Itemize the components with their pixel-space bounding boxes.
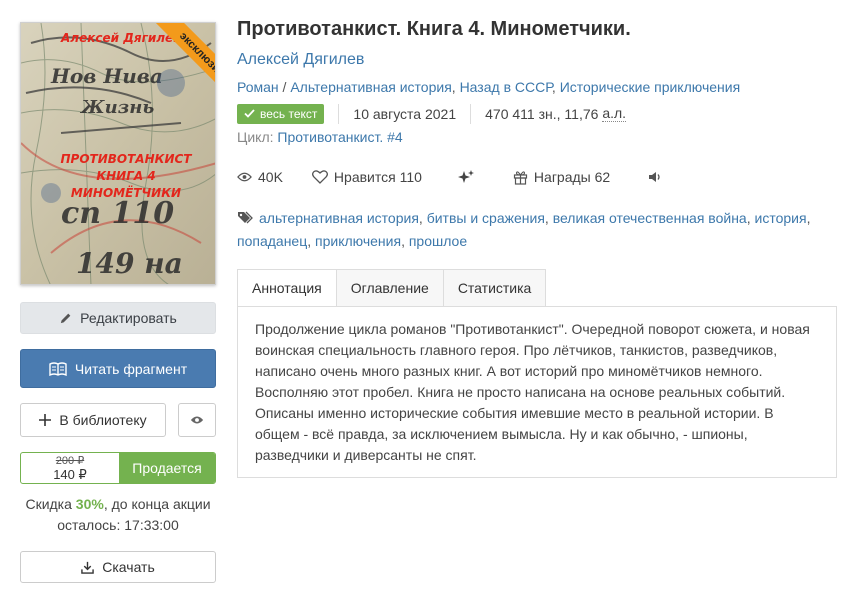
genre-link[interactable]: Назад в СССР xyxy=(460,79,552,95)
sparkle-button[interactable] xyxy=(457,169,480,185)
discount-timer: осталось: 17:33:00 xyxy=(57,517,179,533)
download-label: Скачать xyxy=(102,559,155,575)
price-values: 200 ₽ 140 ₽ xyxy=(21,453,119,483)
tag-link[interactable]: история xyxy=(755,210,807,226)
tag-link[interactable]: великая отечественная война xyxy=(553,210,747,226)
add-to-library-button[interactable]: В библиотеку xyxy=(20,403,166,437)
pencil-icon xyxy=(59,312,72,325)
book-size: 470 411 зн., 11,76 xyxy=(485,105,599,122)
tab-annotation[interactable]: Аннотация xyxy=(237,269,337,307)
book-open-icon xyxy=(49,361,67,376)
sparkles-icon xyxy=(457,170,474,183)
genre-link[interactable]: Альтернативная история xyxy=(290,79,451,95)
tag-link[interactable]: альтернативная история xyxy=(259,210,419,226)
book-cover[interactable]: Нов Нива Жизнь сп 110 149 на Алексей Дяг… xyxy=(20,22,216,285)
audio-button[interactable] xyxy=(648,171,668,183)
tab-statistics[interactable]: Статистика xyxy=(443,269,547,307)
likes-label: Нравится xyxy=(333,169,396,185)
genres-list: Роман / Альтернативная история, Назад в … xyxy=(237,79,741,95)
discount-suffix: , до конца акции xyxy=(103,496,211,512)
cycle-info: Цикл: Противотанкист. #4 xyxy=(237,129,403,145)
awards-button[interactable]: Награды 62 xyxy=(513,169,610,185)
svg-text:149 на: 149 на xyxy=(76,247,183,280)
tag-link[interactable]: приключения xyxy=(315,233,401,249)
full-text-badge-label: весь текст xyxy=(260,106,318,121)
author-sheets-unit[interactable]: а.л. xyxy=(602,105,627,122)
watch-button[interactable] xyxy=(178,403,216,437)
discount-percent: 30% xyxy=(75,496,104,512)
info-tabs: Аннотация Оглавление Статистика xyxy=(237,269,547,307)
tag-link[interactable]: попаданец xyxy=(237,233,307,249)
discount-prefix: Скидка xyxy=(25,496,72,512)
cover-title-line: МИНОМЁТЧИКИ xyxy=(70,186,182,200)
awards-count: 62 xyxy=(594,169,611,185)
add-to-library-label: В библиотеку xyxy=(59,412,147,428)
full-text-badge: весь текст xyxy=(237,103,325,124)
tag-link[interactable]: битвы и сражения xyxy=(427,210,545,226)
buy-button[interactable]: Продается xyxy=(119,453,215,483)
cover-title-text: ПРОТИВОТАНКИСТ КНИГА 4 МИНОМЁТЧИКИ xyxy=(51,151,201,202)
eye-icon xyxy=(190,412,204,428)
checkmark-icon xyxy=(244,107,255,121)
read-fragment-label: Читать фрагмент xyxy=(74,360,188,377)
tags-list: альтернативная история, битвы и сражения… xyxy=(237,208,811,249)
edit-button[interactable]: Редактировать xyxy=(20,302,216,334)
author-link[interactable]: Алексей Дягилев xyxy=(237,51,364,69)
tag-link[interactable]: прошлое xyxy=(409,233,467,249)
cover-title-line: КНИГА 4 xyxy=(96,169,156,183)
annotation-text: Продолжение цикла романов "Противотанкис… xyxy=(237,306,837,478)
eye-icon xyxy=(237,172,252,182)
genre-link[interactable]: Исторические приключения xyxy=(560,79,740,95)
cycle-label: Цикл: xyxy=(237,129,274,145)
tag-icon xyxy=(237,208,255,230)
download-button[interactable]: Скачать xyxy=(20,551,216,583)
views-stat: 40K xyxy=(237,169,283,185)
heart-icon xyxy=(311,170,328,184)
discount-info: Скидка 30%, до конца акции осталось: 17:… xyxy=(10,494,226,536)
divider xyxy=(338,103,340,124)
exclusive-ribbon: эксклюзив xyxy=(135,23,215,103)
plus-icon xyxy=(39,414,52,426)
genre-link[interactable]: Роман xyxy=(237,79,279,95)
stats-bar: 40K Нравится 110 Награды 62 xyxy=(237,167,668,187)
cycle-link[interactable]: Противотанкист. xyxy=(277,129,383,145)
book-meta: весь текст 10 августа 2021 470 411 зн., … xyxy=(237,103,627,124)
divider xyxy=(470,103,472,124)
read-fragment-button[interactable]: Читать фрагмент xyxy=(20,349,216,388)
exclusive-ribbon-label: эксклюзив xyxy=(156,23,215,101)
likes-count: 110 xyxy=(399,169,422,185)
price-box: 200 ₽ 140 ₽ Продается xyxy=(20,452,216,484)
edit-button-label: Редактировать xyxy=(80,310,177,326)
new-price: 140 ₽ xyxy=(53,467,87,482)
publish-date: 10 августа 2021 xyxy=(353,105,457,122)
like-button[interactable]: Нравится 110 xyxy=(311,169,422,185)
tab-contents[interactable]: Оглавление xyxy=(336,269,444,307)
gift-icon xyxy=(513,170,528,185)
cover-title-line: ПРОТИВОТАНКИСТ xyxy=(60,152,192,166)
speaker-icon xyxy=(649,172,660,182)
book-title: Противотанкист. Книга 4. Минометчики. xyxy=(237,18,631,40)
views-count: 40K xyxy=(258,169,283,185)
awards-label: Награды xyxy=(533,169,591,185)
download-icon xyxy=(81,561,95,574)
cycle-number[interactable]: #4 xyxy=(387,129,403,145)
